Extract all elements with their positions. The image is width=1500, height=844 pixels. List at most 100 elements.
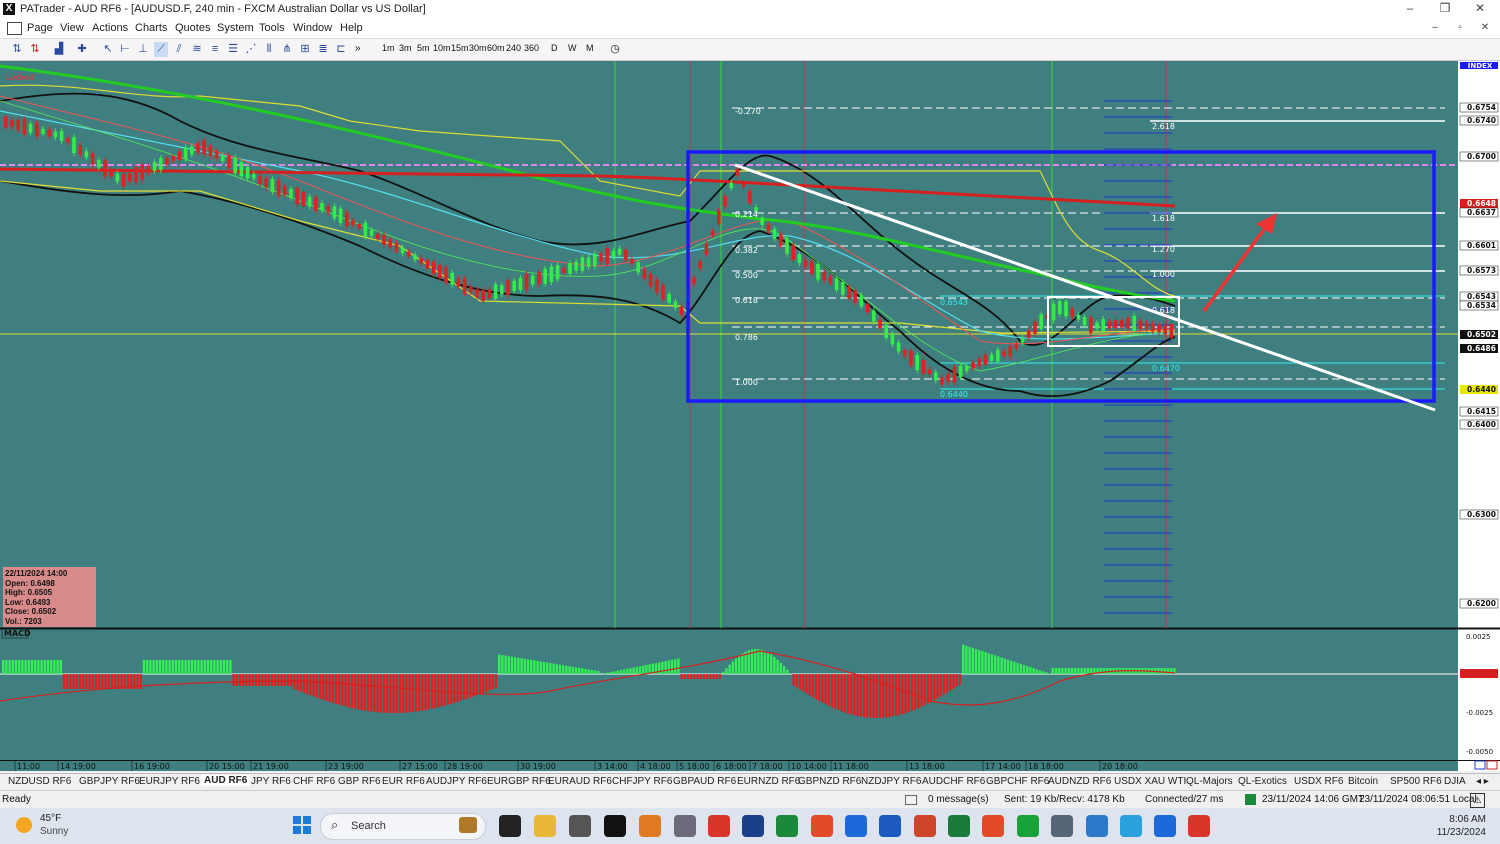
weather-temp[interactable]: 45°F (40, 813, 61, 824)
cursor-icon[interactable]: ↖ (101, 42, 115, 57)
symbol-tab[interactable]: AUDJPY RF6 (426, 776, 487, 787)
symbol-tab[interactable]: EURNZD RF6 (737, 776, 800, 787)
symbol-tab[interactable]: EUR RF6 (382, 776, 425, 787)
menu-view[interactable]: View (60, 22, 84, 34)
fib-retracement-icon[interactable]: ≡ (208, 42, 222, 57)
channel-icon[interactable]: ⫽ (172, 42, 186, 57)
symbol-tab[interactable]: USDX RF6 (1294, 776, 1343, 787)
settings-icon[interactable] (1051, 815, 1073, 837)
tf-d[interactable]: D (551, 43, 558, 53)
symbol-tab[interactable]: NZDJPY RF6 (861, 776, 921, 787)
horizontal-line-icon[interactable]: ⊢ (118, 42, 132, 57)
symbol-tab[interactable]: QL-Majors (1186, 776, 1233, 787)
tf-3m[interactable]: 3m (399, 43, 412, 53)
vertical-line-icon[interactable]: ⊥ (136, 42, 150, 57)
toolbar-more[interactable]: » (355, 43, 361, 54)
menu-tools[interactable]: Tools (259, 22, 285, 34)
folder-icon[interactable] (534, 815, 556, 837)
chrome-profile-icon[interactable] (1188, 815, 1210, 837)
price-chart[interactable]: Locked -0.270 0.214 0.382 0.500 0.618 0.786 1.… (0, 61, 1500, 771)
calculator-icon[interactable] (674, 815, 696, 837)
symbol-tab[interactable]: NZDUSD RF6 (8, 776, 71, 787)
s-app-icon[interactable] (811, 815, 833, 837)
fan-icon[interactable]: ≋ (190, 42, 204, 57)
symbol-tab[interactable]: CHF RF6 (293, 776, 335, 787)
clock-time[interactable]: 8:06 AM (1434, 814, 1486, 825)
orange-app-icon[interactable] (639, 815, 661, 837)
maximize-button[interactable]: ❐ (1430, 1, 1460, 18)
tf-60m[interactable]: 60m (487, 43, 505, 53)
start-icon[interactable] (293, 816, 311, 834)
symbol-tab[interactable]: GBPAUD RF6 (673, 776, 736, 787)
crosshair-icon[interactable]: ✚ (75, 42, 89, 57)
menu-charts[interactable]: Charts (135, 22, 167, 34)
symbol-tab[interactable]: DJIA (1444, 776, 1466, 787)
tf-10m[interactable]: 10m (433, 43, 451, 53)
menu-system[interactable]: System (217, 22, 254, 34)
chart-icon[interactable]: ▟ (52, 42, 66, 57)
c-app-icon[interactable] (982, 815, 1004, 837)
page-menu-icon[interactable] (7, 22, 22, 35)
sell-icon[interactable]: ⇅ (28, 42, 42, 57)
symbol-tab[interactable]: EURGBP RF6 (487, 776, 551, 787)
symbol-tab[interactable]: EURAUD RF6 (548, 776, 612, 787)
telegram-icon[interactable] (1120, 815, 1142, 837)
sun-icon[interactable] (16, 817, 32, 833)
symbol-tab[interactable]: USDX XAU WTI (1114, 776, 1186, 787)
tf-w[interactable]: W (568, 43, 577, 53)
fib-arc-icon[interactable]: ⋰ (244, 42, 258, 57)
excel-icon[interactable] (948, 815, 970, 837)
symbol-tab[interactable]: GBPJPY RF6 (79, 776, 140, 787)
remote-icon[interactable] (1086, 815, 1108, 837)
trendline-icon[interactable]: ⟋ (154, 42, 168, 57)
gann-icon[interactable]: ⊞ (298, 42, 312, 57)
status-messages[interactable]: 0 message(s) (928, 794, 989, 805)
symbol-tab[interactable]: EURJPY RF6 (139, 776, 200, 787)
menu-window[interactable]: Window (293, 22, 332, 34)
clock-date[interactable]: 11/23/2024 (1428, 827, 1486, 838)
app-icon[interactable] (569, 815, 591, 837)
minimize-button[interactable]: – (1395, 1, 1425, 18)
chart-app-icon[interactable] (776, 815, 798, 837)
alert-icon[interactable]: ⚠ (1470, 793, 1485, 808)
symbol-tab[interactable]: GBPNZD RF6 (798, 776, 861, 787)
ic-icon[interactable] (604, 815, 626, 837)
tab-scroll-arrows[interactable]: ◂ ▸ (1476, 776, 1489, 787)
symbol-tab[interactable]: SP500 RF6 (1390, 776, 1442, 787)
symbol-tab[interactable]: AUD RF6 (201, 775, 251, 786)
zoom-icon[interactable] (1154, 815, 1176, 837)
fib-extension-icon[interactable]: ☰ (226, 42, 240, 57)
close-button[interactable]: ✕ (1465, 1, 1495, 18)
tf-30m[interactable]: 30m (469, 43, 487, 53)
symbol-tab[interactable]: GBPCHF RF6 (986, 776, 1049, 787)
text-icon[interactable]: ≣ (316, 42, 330, 57)
search-box[interactable]: ⌕ Search (320, 813, 486, 840)
menu-quotes[interactable]: Quotes (175, 22, 210, 34)
time-zones-icon[interactable]: ⦀ (262, 42, 276, 57)
word-icon[interactable] (879, 815, 901, 837)
symbol-tab[interactable]: CHFJPY RF6 (612, 776, 672, 787)
s2-app-icon[interactable] (845, 815, 867, 837)
symbol-tab[interactable]: AUDCHF RF6 (922, 776, 985, 787)
menu-page[interactable]: Page (27, 22, 53, 34)
menu-actions[interactable]: Actions (92, 22, 128, 34)
symbol-tab[interactable]: JPY RF6 (251, 776, 291, 787)
chrome-icon[interactable] (708, 815, 730, 837)
powerpoint-icon[interactable] (914, 815, 936, 837)
symbol-tab[interactable]: GBP RF6 (338, 776, 381, 787)
clock-icon[interactable]: ◷ (608, 42, 622, 57)
tf-360[interactable]: 360 (524, 43, 539, 53)
message-icon[interactable] (905, 795, 917, 805)
tf-m[interactable]: M (586, 43, 594, 53)
pitchfork-icon[interactable]: ⋔ (280, 42, 294, 57)
weather-desc[interactable]: Sunny (40, 826, 68, 837)
tf-240[interactable]: 240 (506, 43, 521, 53)
tf-15m[interactable]: 15m (451, 43, 469, 53)
symbol-tab[interactable]: Bitcoin (1348, 776, 1378, 787)
menu-help[interactable]: Help (340, 22, 363, 34)
annotation-icon[interactable]: ⊏ (334, 42, 348, 57)
tf-1m[interactable]: 1m (382, 43, 395, 53)
buy-icon[interactable]: ⇅ (10, 42, 24, 57)
symbol-tab[interactable]: QL-Exotics (1238, 776, 1287, 787)
c2-app-icon[interactable] (1017, 815, 1039, 837)
